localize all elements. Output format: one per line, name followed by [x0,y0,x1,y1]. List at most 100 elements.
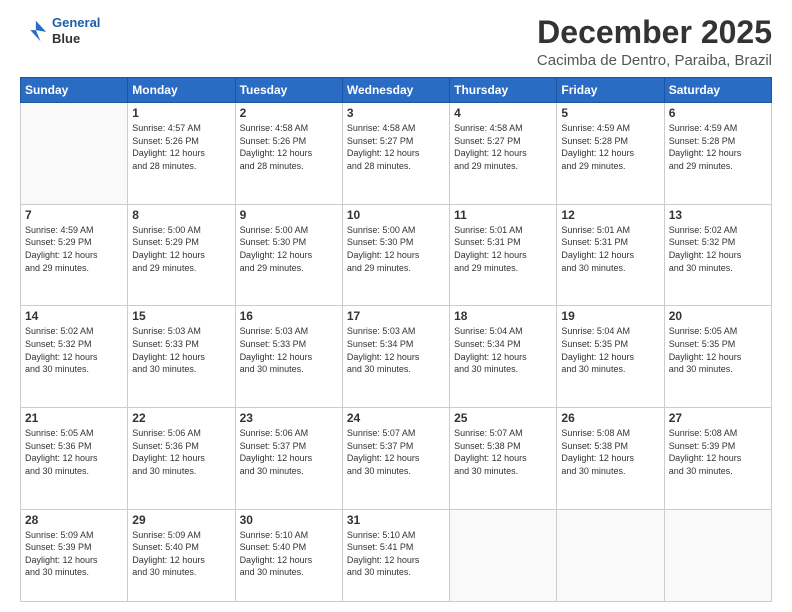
day-info: Sunrise: 5:03 AM Sunset: 5:33 PM Dayligh… [132,325,230,375]
logo: General Blue [20,15,100,46]
calendar-week-3: 14 Sunrise: 5:02 AM Sunset: 5:32 PM Dayli… [21,306,772,408]
calendar-cell: 30 Sunrise: 5:10 AM Sunset: 5:40 PM Dayli… [235,509,342,601]
day-info: Sunrise: 5:09 AM Sunset: 5:40 PM Dayligh… [132,529,230,579]
calendar-cell: 9Sunrise: 5:00 AM Sunset: 5:30 PM Daylig… [235,204,342,306]
day-info: Sunrise: 5:04 AM Sunset: 5:34 PM Dayligh… [454,325,552,375]
day-info: Sunrise: 5:07 AM Sunset: 5:37 PM Dayligh… [347,427,445,477]
calendar-cell: 2 Sunrise: 4:58 AM Sunset: 5:26 PM Daylig… [235,103,342,205]
page: General Blue December 2025 Cacimba de De… [0,0,792,612]
calendar-week-5: 28 Sunrise: 5:09 AM Sunset: 5:39 PM Dayli… [21,509,772,601]
calendar-week-4: 21 Sunrise: 5:05 AM Sunset: 5:36 PM Dayli… [21,408,772,510]
day-number: 27 [669,411,767,425]
day-number: 18 [454,309,552,323]
day-info: Sunrise: 5:10 AM Sunset: 5:41 PM Dayligh… [347,529,445,579]
day-number: 26 [561,411,659,425]
day-info: Sunrise: 5:05 AM Sunset: 5:35 PM Dayligh… [669,325,767,375]
calendar-cell: 14 Sunrise: 5:02 AM Sunset: 5:32 PM Dayli… [21,306,128,408]
logo-text: General Blue [52,15,100,46]
day-info: Sunrise: 5:08 AM Sunset: 5:38 PM Dayligh… [561,427,659,477]
day-number: 23 [240,411,338,425]
day-info: Sunrise: 5:00 AM Sunset: 5:30 PM Dayligh… [240,224,338,274]
calendar-table: SundayMondayTuesdayWednesdayThursdayFrid… [20,77,772,602]
day-number: 31 [347,513,445,527]
title-block: December 2025 Cacimba de Dentro, Paraiba… [537,15,772,69]
day-info: Sunrise: 5:02 AM Sunset: 5:32 PM Dayligh… [669,224,767,274]
day-info: Sunrise: 5:06 AM Sunset: 5:37 PM Dayligh… [240,427,338,477]
day-number: 11 [454,208,552,222]
day-info: Sunrise: 5:04 AM Sunset: 5:35 PM Dayligh… [561,325,659,375]
day-number: 14 [25,309,123,323]
day-number: 25 [454,411,552,425]
day-number: 28 [25,513,123,527]
day-info: Sunrise: 5:08 AM Sunset: 5:39 PM Dayligh… [669,427,767,477]
calendar-cell: 7 Sunrise: 4:59 AM Sunset: 5:29 PM Daylig… [21,204,128,306]
calendar-cell: 17 Sunrise: 5:03 AM Sunset: 5:34 PM Dayli… [342,306,449,408]
day-number: 29 [132,513,230,527]
subtitle: Cacimba de Dentro, Paraiba, Brazil [537,52,772,69]
calendar-cell: 15Sunrise: 5:03 AM Sunset: 5:33 PM Dayli… [128,306,235,408]
day-number: 7 [25,208,123,222]
calendar-cell: 1Sunrise: 4:57 AM Sunset: 5:26 PM Daylig… [128,103,235,205]
day-number: 13 [669,208,767,222]
day-number: 1 [132,106,230,120]
day-info: Sunrise: 5:01 AM Sunset: 5:31 PM Dayligh… [561,224,659,274]
calendar-cell [21,103,128,205]
day-number: 21 [25,411,123,425]
main-title: December 2025 [537,15,772,50]
day-info: Sunrise: 4:59 AM Sunset: 5:28 PM Dayligh… [561,122,659,172]
calendar-cell: 27 Sunrise: 5:08 AM Sunset: 5:39 PM Dayli… [664,408,771,510]
calendar-cell: 31 Sunrise: 5:10 AM Sunset: 5:41 PM Dayli… [342,509,449,601]
day-info: Sunrise: 5:09 AM Sunset: 5:39 PM Dayligh… [25,529,123,579]
day-number: 24 [347,411,445,425]
calendar-cell: 8 Sunrise: 5:00 AM Sunset: 5:29 PM Daylig… [128,204,235,306]
calendar-cell: 13 Sunrise: 5:02 AM Sunset: 5:32 PM Dayli… [664,204,771,306]
calendar-cell: 23 Sunrise: 5:06 AM Sunset: 5:37 PM Dayli… [235,408,342,510]
calendar-cell: 6Sunrise: 4:59 AM Sunset: 5:28 PM Daylig… [664,103,771,205]
header: General Blue December 2025 Cacimba de De… [20,15,772,69]
calendar-cell: 25Sunrise: 5:07 AM Sunset: 5:38 PM Dayli… [450,408,557,510]
day-info: Sunrise: 5:03 AM Sunset: 5:34 PM Dayligh… [347,325,445,375]
day-number: 3 [347,106,445,120]
day-header-monday: Monday [128,78,235,103]
calendar-cell: 24 Sunrise: 5:07 AM Sunset: 5:37 PM Dayli… [342,408,449,510]
calendar-cell: 20Sunrise: 5:05 AM Sunset: 5:35 PM Dayli… [664,306,771,408]
day-info: Sunrise: 4:58 AM Sunset: 5:26 PM Dayligh… [240,122,338,172]
day-info: Sunrise: 5:10 AM Sunset: 5:40 PM Dayligh… [240,529,338,579]
day-number: 6 [669,106,767,120]
day-number: 19 [561,309,659,323]
day-header-tuesday: Tuesday [235,78,342,103]
calendar-header: SundayMondayTuesdayWednesdayThursdayFrid… [21,78,772,103]
day-info: Sunrise: 4:58 AM Sunset: 5:27 PM Dayligh… [347,122,445,172]
calendar-cell: 10Sunrise: 5:00 AM Sunset: 5:30 PM Dayli… [342,204,449,306]
calendar-cell [557,509,664,601]
calendar-cell: 26 Sunrise: 5:08 AM Sunset: 5:38 PM Dayli… [557,408,664,510]
calendar-cell [664,509,771,601]
day-info: Sunrise: 5:05 AM Sunset: 5:36 PM Dayligh… [25,427,123,477]
days-header-row: SundayMondayTuesdayWednesdayThursdayFrid… [21,78,772,103]
day-info: Sunrise: 5:03 AM Sunset: 5:33 PM Dayligh… [240,325,338,375]
day-number: 17 [347,309,445,323]
day-info: Sunrise: 4:59 AM Sunset: 5:29 PM Dayligh… [25,224,123,274]
calendar-cell: 21 Sunrise: 5:05 AM Sunset: 5:36 PM Dayli… [21,408,128,510]
calendar-body: 1Sunrise: 4:57 AM Sunset: 5:26 PM Daylig… [21,103,772,602]
day-number: 12 [561,208,659,222]
day-number: 2 [240,106,338,120]
day-info: Sunrise: 5:02 AM Sunset: 5:32 PM Dayligh… [25,325,123,375]
calendar-cell: 16 Sunrise: 5:03 AM Sunset: 5:33 PM Dayli… [235,306,342,408]
calendar-cell [450,509,557,601]
day-info: Sunrise: 5:01 AM Sunset: 5:31 PM Dayligh… [454,224,552,274]
calendar-cell: 22Sunrise: 5:06 AM Sunset: 5:36 PM Dayli… [128,408,235,510]
calendar-cell: 12 Sunrise: 5:01 AM Sunset: 5:31 PM Dayli… [557,204,664,306]
calendar-cell: 29 Sunrise: 5:09 AM Sunset: 5:40 PM Dayli… [128,509,235,601]
day-header-sunday: Sunday [21,78,128,103]
calendar-cell: 19 Sunrise: 5:04 AM Sunset: 5:35 PM Dayli… [557,306,664,408]
day-number: 16 [240,309,338,323]
day-number: 30 [240,513,338,527]
day-number: 10 [347,208,445,222]
calendar-cell: 11 Sunrise: 5:01 AM Sunset: 5:31 PM Dayli… [450,204,557,306]
day-info: Sunrise: 5:00 AM Sunset: 5:29 PM Dayligh… [132,224,230,274]
day-number: 8 [132,208,230,222]
logo-icon [20,17,48,45]
day-info: Sunrise: 4:58 AM Sunset: 5:27 PM Dayligh… [454,122,552,172]
day-header-saturday: Saturday [664,78,771,103]
